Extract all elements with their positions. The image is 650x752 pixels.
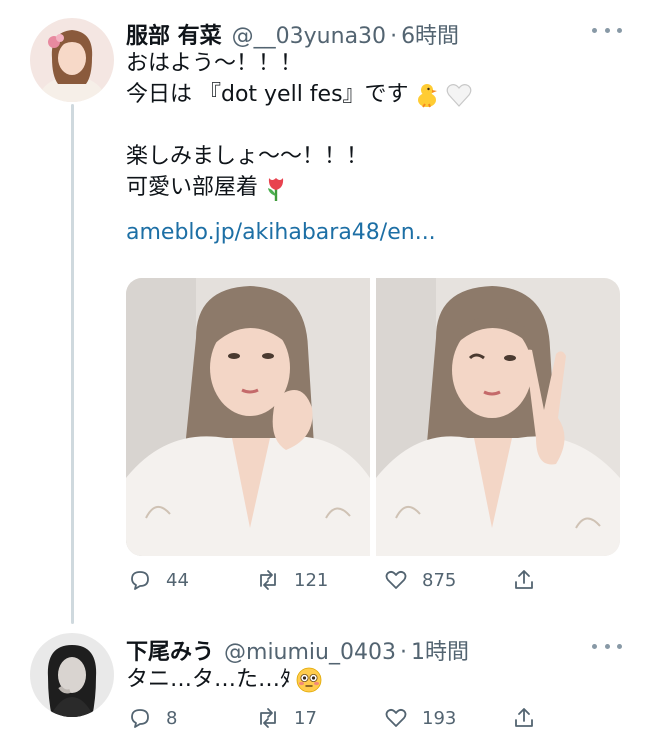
heart-icon [385,570,407,589]
tweet-header: 下尾みう @miumiu_0403 · 1時間 [126,634,469,666]
chick-emoji-icon [413,81,441,109]
thread-connector-line [71,104,74,624]
tweet-line-text: 今日は 『dot yell fes』です [126,82,409,107]
retweet-count: 121 [294,569,329,591]
display-name[interactable]: 服部 有菜 [126,18,222,50]
reply-count: 44 [166,569,189,591]
tweet-line-text: 可愛い部屋着 [126,175,259,200]
share-button[interactable] [512,706,538,730]
retweet-icon [260,708,276,728]
flushed-face-emoji-icon [295,666,323,694]
media-gallery [126,278,620,556]
tweet-text: おはよう〜！！！ 今日は 『dot yell fes』です 楽しみましょ〜〜！！… [126,48,473,248]
avatar[interactable] [30,18,114,102]
reply-button[interactable]: 44 [128,568,228,592]
heart-icon [385,708,407,727]
tweet-text: タニ…タ…た…ﾀ [126,664,323,695]
tweet-actions: 8 17 193 [128,706,538,730]
like-count: 193 [422,707,457,729]
tweet-line: おはよう〜！！！ [126,51,303,76]
reply-count: 8 [166,707,178,729]
avatar[interactable] [30,633,114,717]
tweet-actions: 44 121 875 [128,568,538,592]
share-button[interactable] [512,568,538,592]
share-icon [515,708,533,727]
external-link[interactable]: ameblo.jp/akihabara48/en... [126,217,473,248]
tweet-line: 楽しみましょ〜〜！！！ [126,144,369,169]
tweet-line: 今日は 『dot yell fes』です [126,79,473,110]
tweet-line: タニ…タ…た…ﾀ [126,664,323,695]
username-handle[interactable]: @miumiu_0403 [224,640,396,665]
timestamp[interactable]: 6時間 [401,18,459,50]
photo-right[interactable] [376,278,620,556]
like-button[interactable]: 875 [384,568,484,592]
username-handle[interactable]: @__03yuna30 [232,24,386,49]
tweet-line: 可愛い部屋着 [126,172,473,203]
reply-button[interactable]: 8 [128,706,228,730]
photo-left[interactable] [126,278,370,556]
more-options-icon[interactable] [592,20,622,40]
reply-icon [131,709,149,728]
retweet-count: 17 [294,707,317,729]
white-heart-emoji-icon [445,81,473,109]
more-options-icon[interactable] [592,636,622,656]
separator-dot: · [399,640,407,665]
tweet-header: 服部 有菜 @__03yuna30 · 6時間 [126,18,459,50]
timestamp[interactable]: 1時間 [411,634,469,666]
retweet-button[interactable]: 121 [256,568,356,592]
display-name[interactable]: 下尾みう [126,634,214,666]
tulip-emoji-icon [262,174,290,202]
reply-icon [131,571,149,590]
separator-dot: · [390,24,398,49]
like-button[interactable]: 193 [384,706,484,730]
like-count: 875 [422,569,457,591]
share-icon [515,570,533,589]
tweet-line-text: タニ…タ…た…ﾀ [126,667,292,692]
retweet-icon [260,570,276,590]
retweet-button[interactable]: 17 [256,706,356,730]
